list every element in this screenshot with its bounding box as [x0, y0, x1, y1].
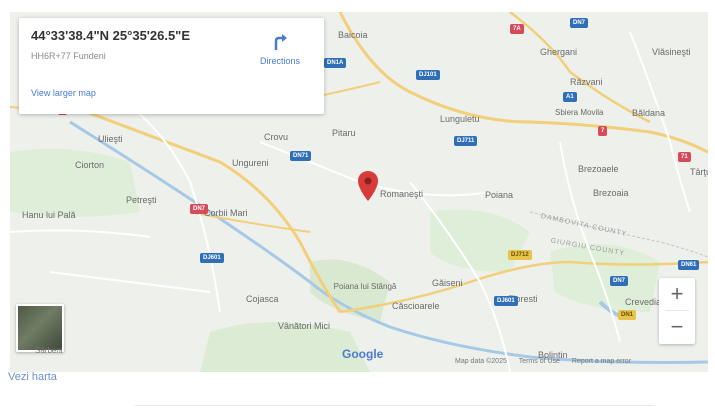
place-label: Baicoia	[338, 30, 368, 40]
place-label: Băldana	[632, 108, 666, 118]
place-label: Căscioarele	[392, 301, 440, 311]
place-label: Petreşti	[126, 195, 157, 205]
place-label: Romaneşti	[380, 189, 424, 199]
place-label: Vlăsineşti	[652, 47, 691, 57]
zoom-control: + −	[659, 278, 695, 344]
road-shield: DN1	[618, 310, 637, 320]
park-area	[430, 209, 530, 272]
coordinates: 44°33'38.4"N 25°35'26.5"E	[31, 28, 191, 43]
road-shield: DJ711	[454, 136, 478, 146]
place-info-card: 44°33'38.4"N 25°35'26.5"E HH6R+77 Funden…	[19, 18, 324, 114]
satellite-toggle[interactable]	[16, 304, 64, 352]
river	[69, 120, 708, 364]
major-road	[338, 12, 708, 154]
terms-link[interactable]: Terms of Use	[519, 358, 560, 365]
road-shield: DJ712	[508, 250, 532, 260]
park-area	[10, 148, 140, 217]
place-label: Crovu	[264, 132, 289, 142]
zoom-out-button[interactable]: −	[659, 311, 695, 343]
place-label: Pitaru	[332, 128, 356, 138]
road-shield: DN61	[678, 260, 700, 270]
minor-road	[629, 31, 691, 213]
road-shield: DJ101	[416, 70, 440, 80]
place-label: Ulieşti	[98, 134, 123, 144]
place-label: Lunguletu	[440, 114, 480, 124]
road-shield: A1	[563, 92, 577, 102]
minor-road	[10, 229, 151, 238]
directions-button[interactable]: Directions	[250, 32, 310, 76]
directions-arrow-icon	[274, 34, 287, 50]
road-shield: DJ601	[494, 296, 518, 306]
place-label: Poiana	[485, 190, 514, 200]
place-label: Găiseni	[432, 278, 463, 288]
place-label: Cojasca	[246, 294, 279, 304]
plus-code: HH6R+77 Fundeni	[31, 51, 106, 61]
place-label: Brezoaia	[593, 188, 629, 198]
place-label: Vânători Mici	[278, 321, 331, 331]
map-data-text: Map data ©2025	[455, 358, 507, 365]
report-error-link[interactable]: Report a map error	[572, 358, 631, 365]
attribution-bar: Map data ©2025 Terms of Use Report a map…	[455, 358, 641, 365]
place-label: Ungureni	[232, 158, 269, 168]
major-road	[509, 12, 651, 124]
place-label: Ghergani	[540, 47, 578, 57]
place-label: Corbii Mari	[204, 208, 248, 218]
zoom-in-button[interactable]: +	[659, 278, 695, 310]
road-shield: DJ601	[200, 253, 224, 263]
place-label: Răzvani	[570, 77, 603, 87]
google-logo: Google	[342, 347, 384, 361]
vezi-harta-link[interactable]: Vezi harta	[8, 371, 57, 383]
place-label: Sârbeni	[35, 346, 63, 355]
place-label: Târţu	[690, 167, 708, 177]
road-shield: DN71	[290, 151, 312, 161]
directions-label: Directions	[259, 56, 300, 66]
divider	[135, 405, 655, 406]
place-label: Sbiera Movila	[555, 108, 604, 117]
place-label: Poiana lui Stângă	[333, 282, 397, 291]
road-shield: 7A	[510, 24, 524, 34]
minor-road	[49, 271, 211, 293]
road-shield: DN7	[190, 204, 209, 214]
map-pin-icon[interactable]	[357, 170, 379, 202]
place-label: Hanu lui Pală	[22, 210, 76, 220]
road-shield: 7	[598, 126, 608, 136]
place-label: Brezoaele	[578, 164, 619, 174]
road-shield: DN7	[610, 276, 629, 286]
road-shield: DN7	[570, 18, 589, 28]
road-shield: 71	[678, 152, 691, 162]
place-label: Crevedia	[625, 297, 662, 307]
road-shield: DN1A	[324, 58, 347, 68]
place-label: Ciorton	[75, 160, 105, 170]
view-larger-map-link[interactable]: View larger map	[31, 88, 96, 98]
